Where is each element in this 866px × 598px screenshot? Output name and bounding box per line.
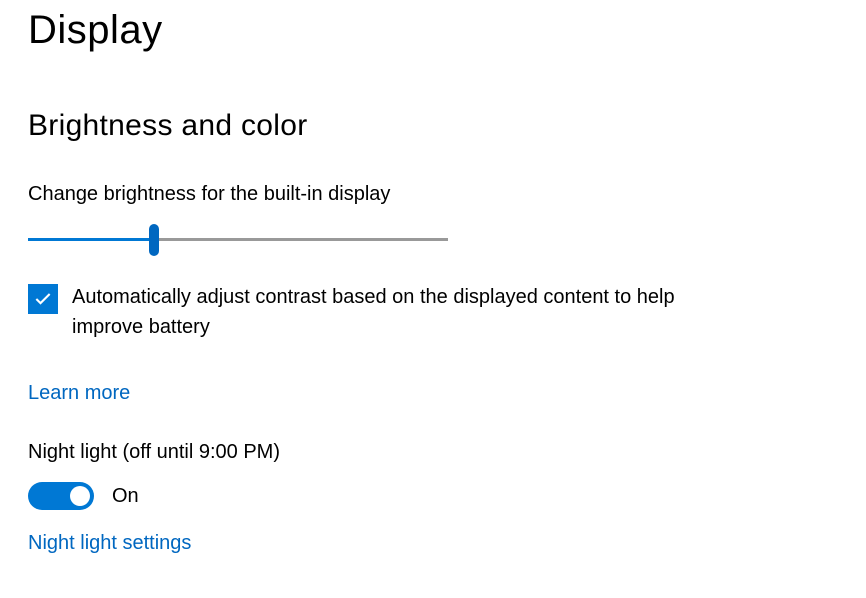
night-light-toggle[interactable] [28, 482, 94, 510]
page-title: Display [28, 8, 838, 53]
toggle-knob [70, 486, 90, 506]
auto-contrast-label: Automatically adjust contrast based on t… [72, 282, 692, 342]
night-light-state: On [112, 485, 139, 508]
auto-contrast-checkbox[interactable] [28, 284, 58, 314]
slider-track-fill [28, 238, 154, 241]
night-light-label: Night light (off until 9:00 PM) [28, 441, 838, 464]
slider-thumb[interactable] [149, 224, 159, 256]
brightness-label: Change brightness for the built-in displ… [28, 183, 838, 206]
night-light-settings-link[interactable]: Night light settings [28, 532, 191, 555]
brightness-slider[interactable] [28, 224, 448, 256]
section-brightness-color: Brightness and color [28, 109, 838, 143]
checkmark-icon [33, 289, 53, 309]
learn-more-link[interactable]: Learn more [28, 382, 130, 405]
